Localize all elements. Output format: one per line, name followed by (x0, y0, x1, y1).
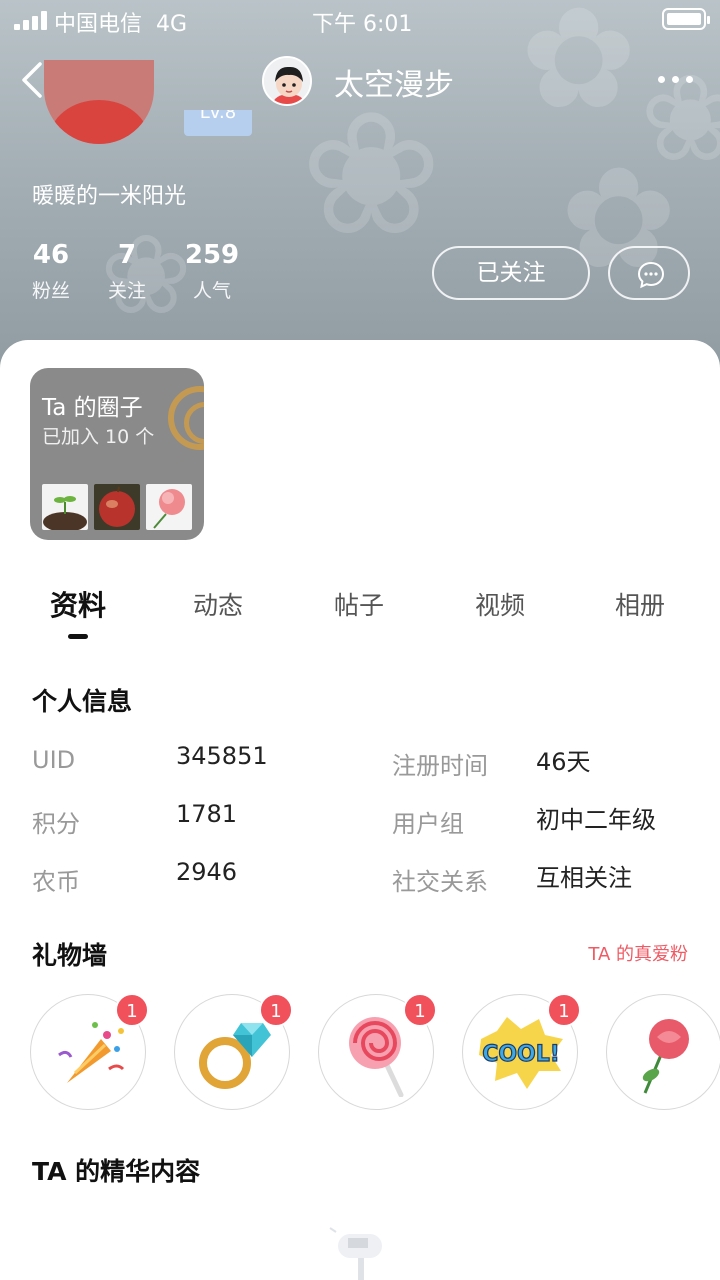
carrier-label: 中国电信 4G (54, 6, 187, 38)
stat-following[interactable]: 7 关注 (104, 240, 150, 303)
signal-icon (14, 10, 48, 30)
circle-thumbnail-carnation (146, 484, 192, 530)
info-value-user-group: 初中二年级 (536, 806, 656, 834)
tab-videos[interactable]: 视频 (450, 586, 550, 622)
info-label-relationship: 社交关系 (392, 868, 488, 896)
user-signature: 暖暖的一米阳光 (32, 184, 187, 209)
info-label-points: 积分 (32, 810, 80, 838)
featured-content-title: TA 的精华内容 (32, 1157, 201, 1186)
circles-subtitle: 已加入 10 个 (42, 426, 155, 448)
info-label-coins: 农币 (32, 868, 80, 896)
gift-cool-sticker[interactable]: COOL! 1 (462, 993, 581, 1110)
stat-popularity[interactable]: 259 人气 (182, 240, 242, 303)
nav-bar: 太空漫步 (0, 48, 720, 112)
circles-card[interactable]: Ta 的圈子 已加入 10 个 (30, 368, 204, 540)
gift-count-badge: 1 (115, 993, 149, 1027)
gift-party-popper[interactable]: 1 (30, 993, 149, 1110)
stat-value: 7 (117, 240, 137, 270)
info-value-register-time: 46天 (536, 748, 591, 776)
stat-label: 粉丝 (31, 280, 70, 302)
circle-logo-icon (168, 386, 204, 450)
rose-icon (642, 1019, 689, 1094)
tab-profile[interactable]: 资料 (28, 584, 128, 624)
gift-wall-title: 礼物墙 (32, 941, 108, 970)
more-options-button[interactable] (658, 68, 694, 92)
true-fans-link[interactable]: TA 的真爱粉 (588, 940, 688, 966)
gift-count-badge: 1 (547, 993, 581, 1027)
info-value-relationship: 互相关注 (536, 864, 632, 892)
active-tab-indicator (68, 634, 88, 639)
nav-avatar (262, 56, 312, 106)
gift-lollipop[interactable]: 1 (318, 993, 437, 1110)
chevron-left-icon (22, 62, 42, 98)
info-label-user-group: 用户组 (392, 810, 464, 838)
profile-header: ✿ ❀ ✿ ❀ ❀ 中国电信 4G 下午 6:01 Lv.8 太空漫步 暖暖的一… (0, 0, 720, 380)
personal-info-title: 个人信息 (32, 687, 133, 716)
tab-posts[interactable]: 帖子 (309, 586, 409, 622)
network-type: 4G (156, 12, 188, 37)
message-button[interactable] (608, 246, 690, 300)
stat-label: 关注 (107, 280, 146, 302)
info-label-register-time: 注册时间 (392, 752, 488, 780)
background-flower-decoration: ❀ (300, 76, 443, 274)
tab-activity[interactable]: 动态 (168, 586, 268, 622)
follow-button[interactable]: 已关注 (432, 246, 590, 300)
gift-rose[interactable] (606, 994, 720, 1110)
profile-tabs: 资料 动态 帖子 视频 相册 (0, 570, 720, 650)
gift-count-badge: 1 (403, 993, 437, 1027)
page-title: 太空漫步 (334, 68, 454, 103)
circles-title: Ta 的圈子 (42, 395, 143, 421)
clock: 下午 6:01 (312, 12, 413, 37)
stat-value: 259 (184, 240, 240, 270)
info-value-uid: 345851 (176, 742, 268, 770)
gift-count-badge: 1 (259, 993, 293, 1027)
info-value-points: 1781 (176, 800, 238, 828)
circle-thumbnail-sprout (42, 484, 88, 530)
svg-text:COOL!: COOL! (482, 1042, 560, 1067)
chat-bubble-icon (637, 261, 665, 289)
stat-fans[interactable]: 46 粉丝 (28, 240, 74, 303)
tab-albums[interactable]: 相册 (590, 586, 690, 622)
info-value-coins: 2946 (176, 858, 238, 886)
stat-value: 46 (32, 240, 70, 270)
gift-diamond-ring[interactable]: 1 (174, 993, 293, 1110)
back-button[interactable] (16, 58, 56, 102)
level-badge: Lv.8 (184, 110, 252, 136)
battery-icon (662, 8, 710, 30)
info-label-uid: UID (32, 746, 76, 774)
circle-thumbnail-apple (94, 484, 140, 530)
mailbox-icon (326, 1220, 396, 1280)
status-bar: 中国电信 4G 下午 6:01 (0, 0, 720, 40)
carrier-name: 中国电信 (54, 12, 143, 37)
profile-content: Ta 的圈子 已加入 10 个 资料 动态 帖子 视频 相册 个人信息 UID … (0, 340, 720, 1280)
stat-label: 人气 (192, 280, 231, 302)
